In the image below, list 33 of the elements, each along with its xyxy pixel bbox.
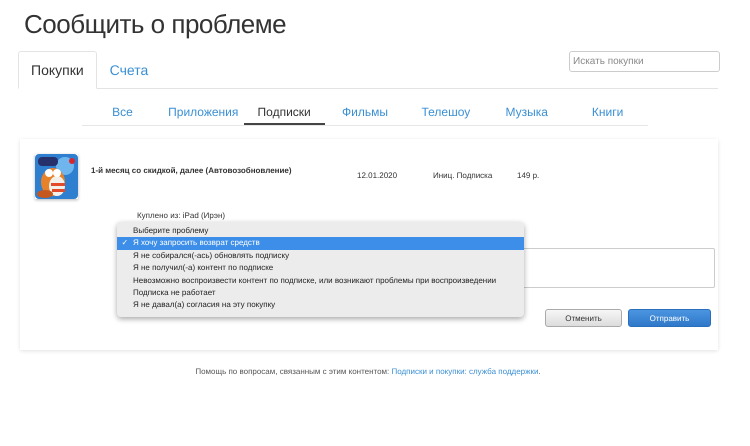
purchased-from-label: Куплено из: iPad (Ирэн) [137, 211, 226, 220]
menu-item-label: Я не давал(а) согласия на эту покупку [133, 299, 276, 312]
purchase-date: 12.01.2020 [357, 171, 398, 180]
help-text: Помощь по вопросам, связанным с этим контентом: Подписки и покупки: служба поддержки. [194, 367, 542, 376]
cancel-button[interactable]: Отменить [545, 309, 622, 327]
tab[interactable]: Счета [96, 51, 162, 88]
purchase-price: 149 р. [517, 171, 540, 180]
category-tab[interactable]: Подписки [244, 101, 325, 125]
menu-item[interactable]: Я не собирался(-ась) обновлять подписку [117, 250, 524, 262]
purchase-type: Иниц. Подписка [433, 171, 494, 180]
check-icon: ✓ [117, 237, 133, 250]
menu-item-label: Я хочу запросить возврат средств [133, 237, 260, 250]
search-field[interactable]: Искать покупки [569, 51, 720, 72]
category-tab[interactable]: Музыка [486, 101, 568, 125]
page-title: Сообщить о проблеме [23, 8, 288, 41]
menu-item-label: Я не получил(-а) контент по подписке [133, 262, 274, 274]
menu-item-label: Подписка не работает [133, 286, 216, 299]
menu-item[interactable]: ✓ Я хочу запросить возврат средств [117, 237, 524, 250]
menu-item[interactable]: Подписка не работает [117, 286, 524, 300]
support-link[interactable]: Подписки и покупки: служба поддержки [391, 367, 538, 376]
category-tab[interactable]: Приложения [162, 101, 244, 125]
menu-item-label: Выберите проблему [133, 225, 208, 237]
menu-item-label: Я не собирался(-ась) обновлять подписку [133, 250, 290, 262]
submit-button[interactable]: Отправить [628, 309, 711, 327]
menu-item[interactable]: Выберите проблему [117, 225, 524, 238]
category-tab[interactable]: Телешоу [405, 101, 486, 125]
menu-item[interactable]: Я не получил(-а) контент по подписке [117, 262, 524, 275]
purchase-title: 1-й месяц со скидкой, далее (Автовозобновление) [91, 166, 293, 175]
category-tab[interactable]: Фильмы [324, 101, 406, 125]
category-tab[interactable]: Книги [567, 101, 648, 125]
tab[interactable]: Покупки [18, 51, 97, 89]
category-tab[interactable]: Все [82, 101, 163, 125]
menu-item[interactable]: Я не давал(а) согласия на эту покупку [117, 299, 524, 312]
